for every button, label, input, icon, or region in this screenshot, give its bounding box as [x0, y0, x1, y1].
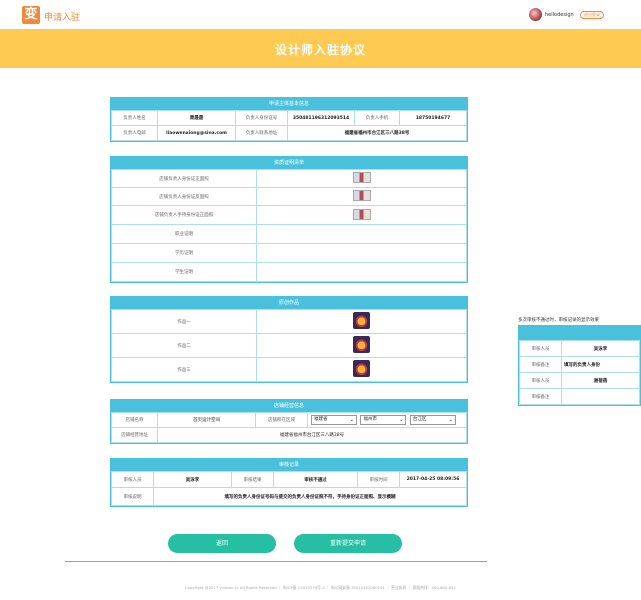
province-select[interactable]: 福建省 ⌄ [311, 415, 357, 425]
cell-label: 负责人联系地址 [235, 125, 288, 141]
cell-value: 周晟晟 [157, 110, 236, 126]
review-result-value: 审核不通过 [273, 471, 358, 488]
doc-label: 店铺负责人身份证正面照 [111, 169, 257, 188]
back-button[interactable]: 返回 [168, 534, 276, 553]
cell-label: 店铺名称 [111, 412, 158, 428]
work-image-cell [256, 357, 467, 382]
id-photo-thumbnail[interactable] [352, 208, 371, 220]
panel-title: 资质证明清单 [111, 157, 467, 169]
doc-label: 店铺负责人身份证反面照 [111, 187, 257, 206]
id-photo-thumbnail[interactable] [352, 190, 371, 201]
cell-label: 审核人员 [519, 340, 562, 357]
cell-label: 店铺所在区域 [255, 412, 308, 428]
work-image-cell [256, 309, 467, 334]
documents-panel: 资质证明清单 店铺负责人身份证正面照 店铺负责人身份证反面照 店铺负责人手持身份… [110, 156, 468, 283]
cell-value [561, 388, 640, 405]
work-label: 作品三 [111, 357, 257, 382]
cell-value: 吴泳李 [561, 340, 640, 357]
chevron-down-icon: ⌄ [448, 417, 453, 423]
review-panel: 审核记录 审核人员 吴泳李 审核结果 审核不通过 审核时间 2017-04-25… [110, 458, 468, 507]
doc-image-cell [256, 243, 467, 263]
cell-label: 审核备注 [519, 356, 562, 373]
cell-value: 填写的负责人身份 [561, 356, 640, 373]
work-thumbnail[interactable] [353, 336, 370, 353]
work-label: 作品一 [111, 309, 257, 334]
doc-image-cell [256, 187, 467, 206]
logout-button[interactable]: 退出登录 [580, 11, 604, 19]
top-bar: 变 申请入驻 hellodesign 退出登录 [0, 0, 641, 29]
cell-label: 审核人员 [111, 471, 154, 488]
logo-icon[interactable]: 变 [22, 6, 40, 24]
cell-label: 负责人身份证号 [235, 110, 288, 126]
divider [65, 561, 487, 562]
shop-address-value: 福建省福州市台江区三八路38号 [157, 427, 467, 443]
cell-value: liaowenxiong@sina.com [157, 125, 236, 141]
cell-label: 审核说明 [111, 487, 154, 506]
work-label: 作品二 [111, 333, 257, 358]
avatar[interactable] [529, 8, 542, 21]
basic-info-panel: 申请主体基本信息 负责人姓名 周晟晟 负责人身份证号 3504811963120… [110, 97, 468, 142]
cell-label: 负责人手机 [354, 110, 400, 126]
cell-value: 谢蓓蓓 [561, 372, 640, 389]
side-note: 多次审核不通过时，审核记录的显示效果 [518, 318, 599, 323]
username[interactable]: hellodesign [545, 12, 574, 18]
cell-value: 18750194677 [399, 110, 467, 126]
panel-title: 申请主体基本信息 [111, 98, 467, 110]
work-thumbnail[interactable] [353, 312, 370, 329]
cell-label: 审核结果 [231, 471, 274, 488]
panel-header [519, 326, 640, 340]
reviewer-value: 吴泳李 [153, 471, 232, 488]
panel-title: 店铺经营信息 [111, 400, 467, 412]
doc-image-cell [256, 169, 467, 188]
review-note-value: 填写的负责人身份证号码与提交的负责人身份证照不符，手持身份证正面照、显示模糊 [153, 487, 467, 506]
shop-name-value: 首页设计空间 [157, 412, 256, 428]
doc-image-cell [256, 205, 467, 225]
cell-label: 负责人姓名 [111, 110, 158, 126]
cell-value: 福建省福州市台江区三八路38号 [287, 125, 467, 141]
panel-title: 审核记录 [111, 459, 467, 471]
cell-label: 店铺经营地址 [111, 427, 158, 443]
multi-review-panel: 审核人员 吴泳李 审核备注 填写的负责人身份 审核人员 谢蓓蓓 审核备注 [518, 325, 641, 406]
doc-label: 职业证明 [111, 224, 257, 244]
panel-title: 原创作品 [111, 297, 467, 309]
chevron-down-icon: ⌄ [399, 417, 404, 423]
cell-label: 审核时间 [357, 471, 400, 488]
cell-label: 审核备注 [519, 388, 562, 405]
doc-image-cell [256, 262, 467, 282]
doc-label: 学历证明 [111, 243, 257, 263]
doc-image-cell [256, 224, 467, 244]
page-title: 设计师入驻协议 [274, 43, 366, 57]
logo-text: 申请入驻 [44, 13, 81, 23]
doc-label: 学生证明 [111, 262, 257, 282]
region-selects: 福建省 ⌄ 福州市 ⌄ 台江区 ⌄ [307, 412, 467, 428]
works-panel: 原创作品 作品一 作品二 作品三 [110, 296, 468, 383]
shop-panel: 店铺经营信息 店铺名称 首页设计空间 店铺所在区域 福建省 ⌄ 福州市 ⌄ 台江区 ⌄… [110, 399, 468, 444]
doc-label: 店铺负责人手持身份证正面照 [111, 205, 257, 225]
id-photo-thumbnail[interactable] [352, 172, 371, 183]
footer: Copyright @2017 yinbian.cc All Rights Re… [185, 585, 456, 590]
cell-value: 350481196312093514 [287, 110, 355, 126]
chevron-down-icon: ⌄ [349, 417, 354, 423]
cell-label: 审核人员 [519, 372, 562, 389]
resubmit-button[interactable]: 重新提交申请 [294, 534, 402, 553]
city-select[interactable]: 福州市 ⌄ [360, 415, 407, 425]
work-image-cell [256, 333, 467, 358]
district-select[interactable]: 台江区 ⌄ [409, 415, 456, 425]
work-thumbnail[interactable] [353, 360, 370, 377]
review-time-value: 2017-04-25 08:09:56 [399, 471, 467, 488]
cell-label: 负责人电邮 [111, 125, 158, 141]
